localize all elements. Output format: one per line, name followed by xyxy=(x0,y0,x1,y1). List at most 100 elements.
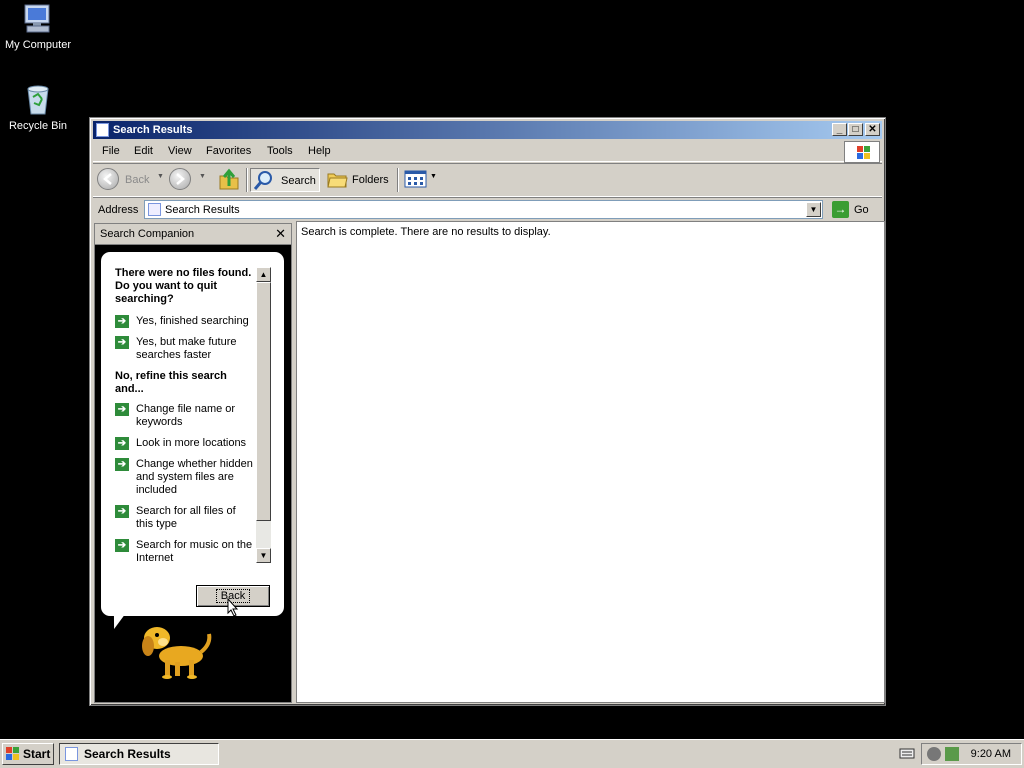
up-folder-button[interactable] xyxy=(217,168,241,192)
refine-heading: No, refine this search and... xyxy=(115,370,227,395)
taskbar-item-label: Search Results xyxy=(84,747,171,761)
green-arrow-icon: ➔ xyxy=(115,336,129,349)
clock[interactable]: 9:20 AM xyxy=(971,748,1011,760)
go-label: Go xyxy=(854,204,869,216)
option-label: Search for all files of this type xyxy=(136,505,236,530)
desktop-icon-label: Recycle Bin xyxy=(8,120,68,132)
network-icon[interactable] xyxy=(945,747,959,761)
option-hidden-system-files[interactable]: ➔ Change whether hidden and system files… xyxy=(115,458,255,497)
computer-icon xyxy=(21,2,55,36)
menu-bar: File Edit View Favorites Tools Help xyxy=(93,141,882,163)
start-label: Start xyxy=(23,747,51,761)
windows-flag-icon xyxy=(6,747,19,760)
taskbar-item-search-results[interactable]: Search Results xyxy=(59,743,219,765)
address-bar: Address Search Results ▼ → Go xyxy=(93,197,882,222)
companion-scrollbar[interactable]: ▲ ▼ xyxy=(256,267,271,563)
option-all-files-of-type[interactable]: ➔ Search for all files of this type xyxy=(115,505,255,531)
search-companion-header: Search Companion ✕ xyxy=(95,224,291,245)
window-title: Search Results xyxy=(113,124,193,136)
option-more-locations[interactable]: ➔ Look in more locations xyxy=(115,437,255,450)
search-companion-title: Search Companion xyxy=(100,228,195,240)
option-label: Change file name or keywords xyxy=(136,403,236,428)
green-arrow-icon: ➔ xyxy=(115,505,129,518)
search-label: Search xyxy=(281,175,316,187)
option-music-internet[interactable]: ➔ Search for music on the Internet xyxy=(115,539,255,565)
desktop-icon-recycle-bin[interactable]: Recycle Bin xyxy=(0,83,76,132)
folders-icon xyxy=(327,173,348,188)
option-label: Yes, but make future searches faster xyxy=(136,336,237,361)
companion-options: There were no files found. Do you want t… xyxy=(115,267,255,573)
option-change-file-name[interactable]: ➔ Change file name or keywords xyxy=(115,403,255,429)
forward-button[interactable]: ▼ xyxy=(169,168,206,192)
desktop-icon-label: My Computer xyxy=(4,39,72,51)
address-label: Address xyxy=(98,204,139,216)
search-button[interactable]: Search xyxy=(250,168,320,192)
volume-icon[interactable] xyxy=(927,747,941,761)
search-results-task-icon xyxy=(65,747,78,761)
menu-view[interactable]: View xyxy=(168,145,192,157)
forward-arrow-icon xyxy=(169,168,191,190)
option-finished-searching[interactable]: ➔ Yes, finished searching xyxy=(115,315,255,328)
option-faster-searches[interactable]: ➔ Yes, but make future searches faster xyxy=(115,336,255,362)
mouse-cursor-icon xyxy=(227,597,239,620)
system-tray: 9:20 AM xyxy=(921,743,1022,765)
taskbar: Start Search Results 9:20 AM xyxy=(0,739,1024,768)
green-arrow-icon: ➔ xyxy=(115,403,129,416)
toolbar-separator xyxy=(246,168,248,192)
back-button[interactable]: Back ▼ xyxy=(97,168,164,192)
menu-help[interactable]: Help xyxy=(308,145,331,157)
option-label: Change whether hidden and system files a… xyxy=(136,458,253,496)
recycle-bin-icon xyxy=(21,83,55,117)
scroll-up-icon[interactable]: ▲ xyxy=(256,267,271,282)
green-arrow-icon: ➔ xyxy=(115,458,129,471)
views-button[interactable]: ▼ xyxy=(404,168,438,192)
address-value: Search Results xyxy=(165,204,240,216)
views-icon xyxy=(404,170,427,188)
go-button[interactable]: → Go xyxy=(830,199,878,220)
scroll-down-icon[interactable]: ▼ xyxy=(256,548,271,563)
address-input[interactable]: Search Results ▼ xyxy=(144,200,823,219)
option-label: Yes, finished searching xyxy=(136,315,249,327)
rover-dog-icon[interactable] xyxy=(135,616,215,683)
scroll-thumb[interactable] xyxy=(256,282,271,521)
keyboard-icon[interactable] xyxy=(899,746,915,760)
maximize-button[interactable]: □ xyxy=(848,123,863,136)
menu-file[interactable]: File xyxy=(102,145,120,157)
search-magnifier-icon xyxy=(253,171,272,190)
folders-button[interactable]: Folders xyxy=(324,168,390,192)
minimize-button[interactable]: _ xyxy=(832,123,847,136)
search-companion-pane: Search Companion ✕ There were no files f… xyxy=(94,223,292,703)
close-button[interactable]: ✕ xyxy=(865,123,880,136)
close-pane-icon[interactable]: ✕ xyxy=(275,226,286,242)
forward-dropdown-icon[interactable]: ▼ xyxy=(199,173,206,180)
results-pane: Search is complete. There are no results… xyxy=(296,221,885,703)
address-dropdown-icon[interactable]: ▼ xyxy=(806,202,821,217)
green-arrow-icon: ➔ xyxy=(115,437,129,450)
menu-favorites[interactable]: Favorites xyxy=(206,145,251,157)
no-results-message: Search is complete. There are no results… xyxy=(301,226,551,238)
search-results-page-icon xyxy=(148,203,161,216)
standard-toolbar: Back ▼ ▼ Search Folders ▼ xyxy=(93,163,882,197)
go-arrow-icon: → xyxy=(832,201,849,218)
back-dropdown-icon[interactable]: ▼ xyxy=(157,173,164,180)
green-arrow-icon: ➔ xyxy=(115,315,129,328)
menu-edit[interactable]: Edit xyxy=(134,145,153,157)
views-dropdown-icon[interactable]: ▼ xyxy=(430,173,437,180)
windows-logo-icon xyxy=(844,141,880,163)
back-label: Back xyxy=(125,174,150,186)
search-results-window-icon xyxy=(96,123,109,137)
desktop-icon-my-computer[interactable]: My Computer xyxy=(0,2,76,51)
window-titlebar[interactable]: Search Results _ □ ✕ xyxy=(93,121,882,139)
start-button[interactable]: Start xyxy=(2,743,54,765)
no-files-question: There were no files found. Do you want t… xyxy=(115,267,252,305)
green-arrow-icon: ➔ xyxy=(115,539,129,552)
toolbar-separator xyxy=(397,168,399,192)
menu-tools[interactable]: Tools xyxy=(267,145,293,157)
option-label: Search for music on the Internet xyxy=(136,539,253,564)
option-label: Look in more locations xyxy=(136,437,247,449)
search-results-window: Search Results _ □ ✕ File Edit View Favo… xyxy=(89,117,886,706)
up-folder-icon xyxy=(219,168,239,190)
back-arrow-icon xyxy=(97,168,119,190)
folders-label: Folders xyxy=(352,174,389,186)
companion-balloon: There were no files found. Do you want t… xyxy=(101,252,284,616)
